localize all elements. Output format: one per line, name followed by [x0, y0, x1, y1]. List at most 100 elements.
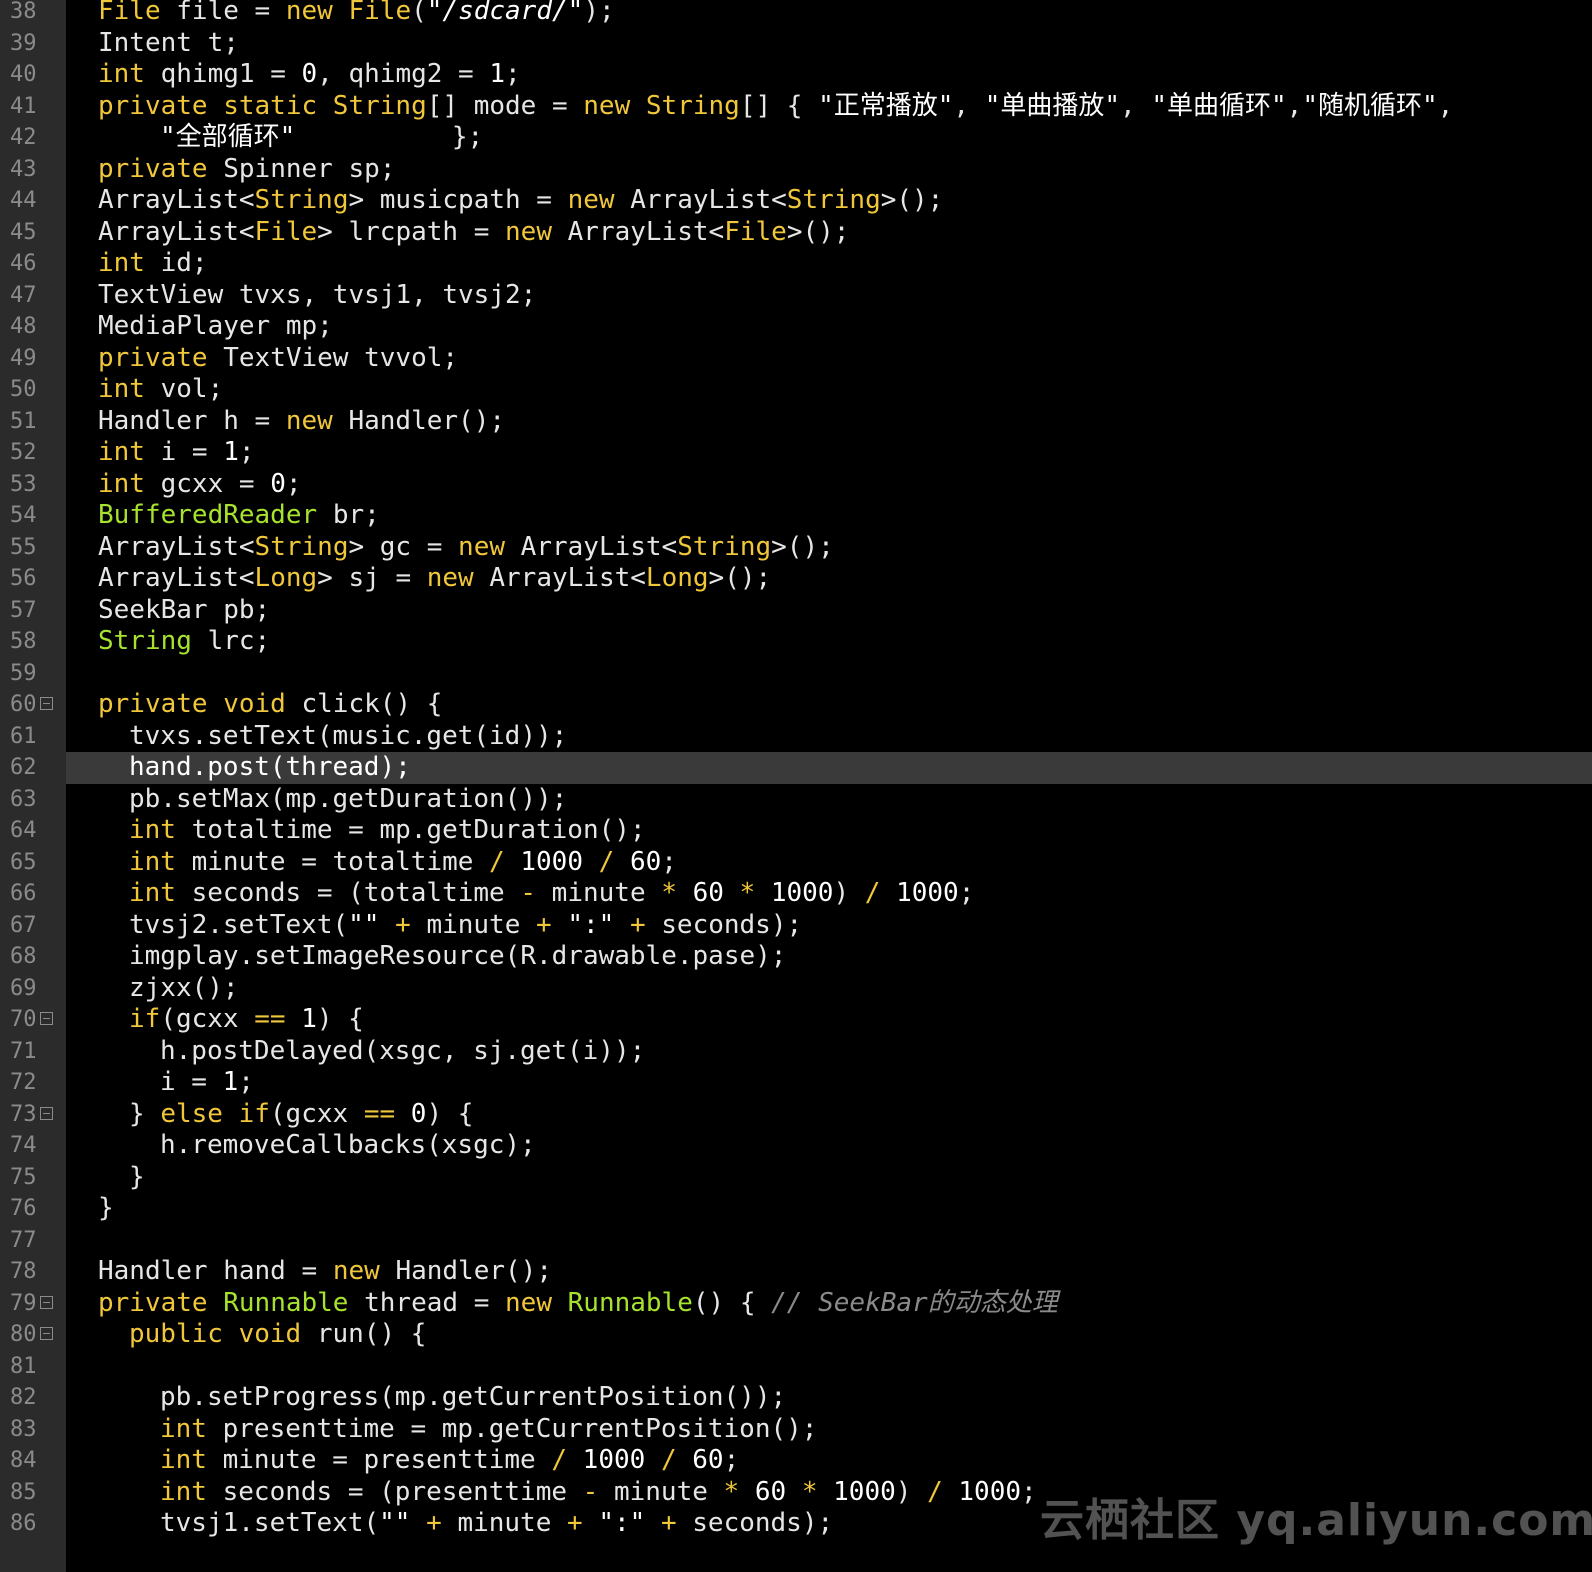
- code-text: tvsj2.setText("" + minute + ":" + second…: [129, 910, 802, 942]
- code-token: Long: [645, 563, 709, 593]
- code-text: imgplay.setImageResource(R.drawable.pase…: [129, 941, 786, 973]
- code-line[interactable]: 67 tvsj2.setText("" + minute + ":" + seco…: [0, 910, 1592, 942]
- code-token: +: [660, 1508, 677, 1538]
- code-line[interactable]: 62 hand.post(thread);: [0, 752, 1592, 784]
- code-line[interactable]: 38 File file = new File("/sdcard/");: [0, 0, 1592, 28]
- code-token: private: [98, 153, 208, 184]
- code-token: > musicpath =: [348, 185, 568, 215]
- code-text: File file = new File("/sdcard/");: [98, 0, 615, 28]
- code-line[interactable]: 50 int vol;: [0, 374, 1592, 406]
- code-token: +: [426, 1508, 442, 1538]
- code-line[interactable]: 71 h.postDelayed(xsgc, sj.get(i));: [0, 1036, 1592, 1068]
- code-line[interactable]: 56 ArrayList<Long> sj = new ArrayList<Lon…: [0, 563, 1592, 595]
- code-line[interactable]: 48 MediaPlayer mp;: [0, 311, 1592, 343]
- code-line[interactable]: 83 int presenttime = mp.getCurrentPositio…: [0, 1414, 1592, 1446]
- code-line[interactable]: 49 private TextView tvvol;: [0, 343, 1592, 375]
- code-token: +: [536, 909, 552, 940]
- code-token: new: [567, 185, 615, 215]
- code-token: "/sdcard/": [426, 0, 584, 26]
- code-editor[interactable]: 38 File file = new File("/sdcard/"); 39 Int…: [0, 0, 1592, 1572]
- code-line[interactable]: 74 h.removeCallbacks(xsgc);: [0, 1130, 1592, 1162]
- code-line[interactable]: 70 if(gcxx == 1) {: [0, 1004, 1592, 1036]
- code-line[interactable]: 57 SeekBar pb;: [0, 595, 1592, 627]
- code-token: tvsj2.setText(: [129, 909, 349, 940]
- gutter-cell: 38: [0, 0, 66, 28]
- code-line[interactable]: 41 private static String[] mode = new Str…: [0, 91, 1592, 123]
- fold-collapse-icon[interactable]: [40, 1106, 53, 1120]
- code-line[interactable]: 69 zjxx();: [0, 973, 1592, 1005]
- code-line[interactable]: 79 private Runnable thread = new Runnable…: [0, 1288, 1592, 1320]
- code-line[interactable]: 68 imgplay.setImageResource(R.drawable.pa…: [0, 941, 1592, 973]
- fold-collapse-icon[interactable]: [40, 1012, 53, 1025]
- line-number: 40: [10, 62, 37, 87]
- code-line[interactable]: 61 tvxs.setText(music.get(id));: [0, 721, 1592, 753]
- line-number: 52: [10, 440, 37, 465]
- code-line[interactable]: 82 pb.setProgress(mp.getCurrentPosition()…: [0, 1382, 1592, 1414]
- code-token: gcxx =: [160, 468, 271, 499]
- code-token: ) {: [426, 1098, 474, 1129]
- code-text: int seconds = (totaltime - minute * 60 *…: [129, 878, 974, 910]
- code-text: ArrayList<String> musicpath = new ArrayL…: [98, 185, 943, 217]
- code-line[interactable]: 60 private void click() {: [0, 689, 1592, 721]
- code-line[interactable]: 80 public void run() {: [0, 1319, 1592, 1351]
- code-token: ;: [661, 846, 677, 877]
- code-token: ArrayList<: [489, 563, 646, 593]
- code-token: 60: [692, 878, 724, 908]
- code-line[interactable]: 44 ArrayList<String> musicpath = new Arra…: [0, 185, 1592, 217]
- code-line[interactable]: 43 private Spinner sp;: [0, 154, 1592, 186]
- code-token: run() {: [316, 1319, 427, 1349]
- gutter-cell: 44: [0, 185, 66, 217]
- code-line[interactable]: 53 int gcxx = 0;: [0, 469, 1592, 501]
- code-line[interactable]: 78 Handler hand = new Handler();: [0, 1256, 1592, 1288]
- code-token: ArrayList<: [630, 185, 787, 215]
- gutter-cell: 56: [0, 563, 66, 595]
- code-token: qhimg1 =: [160, 59, 302, 89]
- code-line[interactable]: 66 int seconds = (totaltime - minute * 60…: [0, 878, 1592, 910]
- code-token: 0: [301, 59, 318, 89]
- code-line[interactable]: 76}: [0, 1193, 1592, 1225]
- gutter-cell: 69: [0, 973, 66, 1005]
- gutter-cell: 62: [0, 752, 66, 784]
- code-line[interactable]: 58 String lrc;: [0, 626, 1592, 658]
- fold-collapse-icon[interactable]: [40, 697, 53, 710]
- code-token: new String: [583, 90, 740, 121]
- gutter-cell: 84: [0, 1445, 66, 1477]
- code-line[interactable]: 51 Handler h = new Handler();: [0, 406, 1592, 438]
- code-line[interactable]: 54 BufferedReader br;: [0, 500, 1592, 532]
- code-line[interactable]: 63 pb.setMax(mp.getDuration());: [0, 784, 1592, 816]
- code-line[interactable]: 47 TextView tvxs, tvsj1, tvsj2;: [0, 280, 1592, 312]
- code-line[interactable]: 64 int totaltime = mp.getDuration();: [0, 815, 1592, 847]
- line-number: 73: [10, 1101, 37, 1127]
- code-line[interactable]: 81: [0, 1351, 1592, 1383]
- code-line[interactable]: 40 int qhimg1 = 0, qhimg2 = 1;: [0, 59, 1592, 91]
- code-token: seconds = (presenttime: [222, 1476, 583, 1507]
- code-line[interactable]: 72 i = 1;: [0, 1067, 1592, 1099]
- fold-collapse-icon[interactable]: [40, 1327, 53, 1340]
- code-line[interactable]: 59: [0, 658, 1592, 690]
- code-line[interactable]: 52 int i = 1;: [0, 437, 1592, 469]
- code-token: 60: [754, 1476, 787, 1507]
- fold-collapse-icon[interactable]: [40, 1295, 53, 1309]
- code-line[interactable]: 84 int minute = presenttime / 1000 / 60;: [0, 1445, 1592, 1477]
- code-line[interactable]: 55 ArrayList<String> gc = new ArrayList<S…: [0, 532, 1592, 564]
- code-line[interactable]: 39 Intent t;: [0, 28, 1592, 60]
- code-token: 1000: [582, 1445, 646, 1475]
- code-line[interactable]: 65 int minute = totaltime / 1000 / 60;: [0, 847, 1592, 879]
- code-token: else if: [160, 1098, 270, 1129]
- code-token: /: [660, 1445, 677, 1475]
- code-token: *: [661, 878, 677, 908]
- code-line[interactable]: 42 "全部循环" };: [0, 122, 1592, 154]
- code-token: 60: [629, 846, 662, 877]
- line-number: 71: [10, 1038, 37, 1064]
- line-number: 58: [10, 629, 37, 654]
- code-token: String: [98, 626, 192, 656]
- code-token: [] mode =: [426, 90, 584, 121]
- code-line[interactable]: 77: [0, 1225, 1592, 1257]
- code-line[interactable]: 73} else if(gcxx == 0) {: [0, 1099, 1592, 1131]
- code-line[interactable]: 75}: [0, 1162, 1592, 1194]
- code-token: ArrayList<: [98, 531, 255, 562]
- code-line[interactable]: 45 ArrayList<File> lrcpath = new ArrayLis…: [0, 217, 1592, 249]
- line-number: 55: [10, 534, 37, 560]
- code-line[interactable]: 46 int id;: [0, 248, 1592, 280]
- gutter-cell: 86: [0, 1508, 66, 1540]
